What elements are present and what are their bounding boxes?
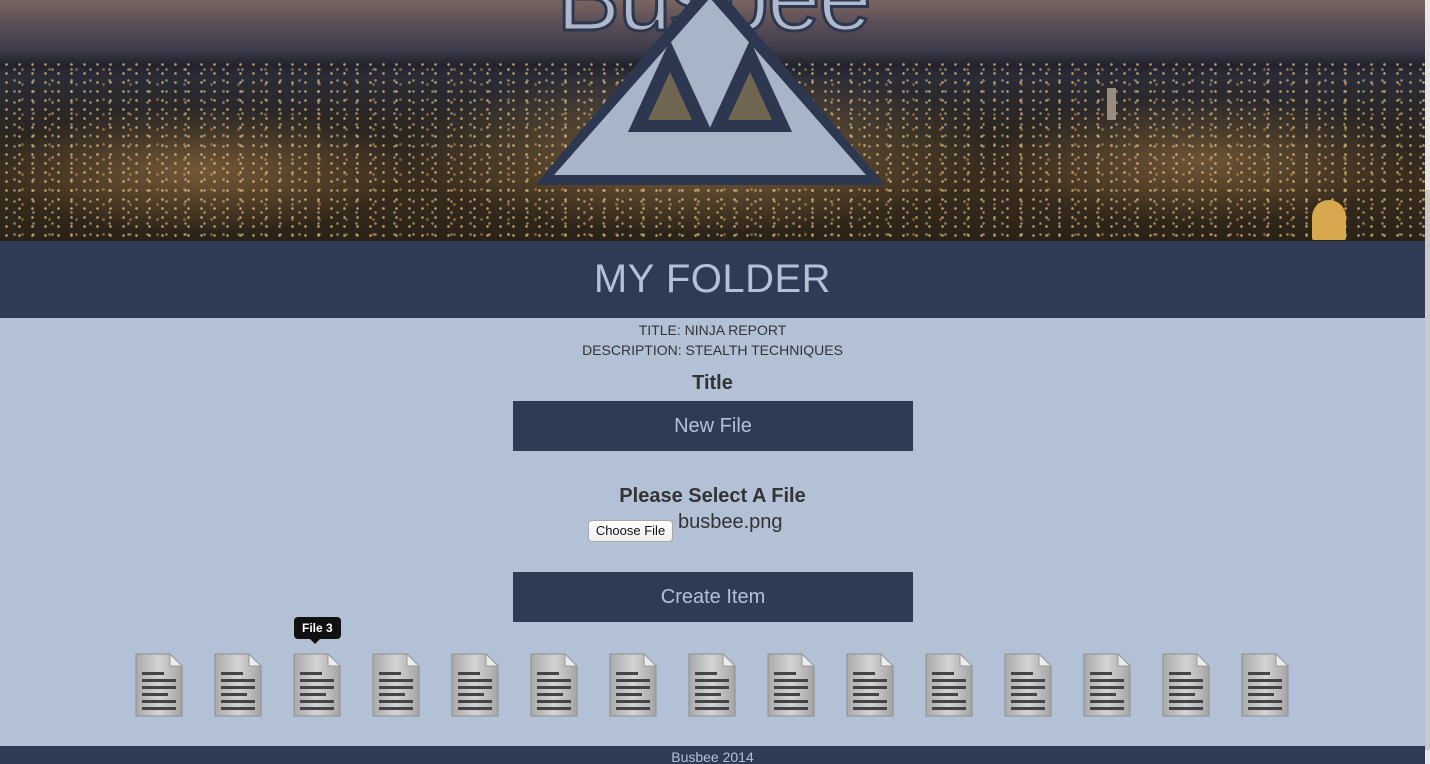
document-icon xyxy=(767,652,816,717)
file-list xyxy=(130,650,1300,720)
file-item[interactable] xyxy=(920,650,976,720)
file-item[interactable] xyxy=(288,650,344,720)
file-tooltip: File 3 xyxy=(294,617,341,639)
footer-text: Busbee 2014 xyxy=(671,749,754,764)
title-label: Title xyxy=(692,372,733,394)
document-icon xyxy=(214,652,263,717)
dome-silhouette xyxy=(1312,200,1346,240)
file-item[interactable] xyxy=(130,650,186,720)
file-item[interactable] xyxy=(841,650,897,720)
file-item[interactable] xyxy=(1236,650,1292,720)
choose-file-button[interactable]: Choose File xyxy=(588,520,673,542)
document-icon xyxy=(1004,652,1053,717)
new-file-button[interactable]: New File xyxy=(513,401,913,451)
folder-info: TITLE: NINJA REPORT DESCRIPTION: STEALTH… xyxy=(0,320,1425,360)
document-icon xyxy=(846,652,895,717)
tooltip-arrow xyxy=(310,639,320,644)
document-icon xyxy=(293,652,342,717)
page-title: MY FOLDER xyxy=(593,257,832,301)
document-icon xyxy=(372,652,421,717)
scrollbar-thumb[interactable] xyxy=(1425,190,1430,750)
file-item[interactable] xyxy=(762,650,818,720)
document-icon xyxy=(1241,652,1290,717)
tower-silhouette xyxy=(1107,88,1116,120)
folder-title-bar: MY FOLDER xyxy=(0,241,1425,318)
brand-logo-icon xyxy=(535,0,885,185)
document-icon xyxy=(925,652,974,717)
hero-banner: Busbee xyxy=(0,0,1425,241)
file-input-row: Choose File busbee.png xyxy=(588,510,848,542)
folder-description-line: DESCRIPTION: STEALTH TECHNIQUES xyxy=(582,342,843,358)
document-icon xyxy=(451,652,500,717)
document-icon xyxy=(1162,652,1211,717)
document-icon xyxy=(135,652,184,717)
document-icon xyxy=(1083,652,1132,717)
file-item[interactable] xyxy=(446,650,502,720)
document-icon xyxy=(688,652,737,717)
folder-title-line: TITLE: NINJA REPORT xyxy=(638,322,787,338)
footer: Busbee 2014 xyxy=(0,746,1425,764)
document-icon xyxy=(530,652,579,717)
file-item[interactable] xyxy=(209,650,265,720)
file-item[interactable] xyxy=(1078,650,1134,720)
document-icon xyxy=(609,652,658,717)
create-item-button[interactable]: Create Item xyxy=(513,572,913,622)
selected-file-name: busbee.png xyxy=(678,511,783,533)
file-item[interactable] xyxy=(367,650,423,720)
file-item[interactable] xyxy=(999,650,1055,720)
file-item[interactable] xyxy=(604,650,660,720)
file-item[interactable] xyxy=(525,650,581,720)
page: Busbee MY FOLDER TITLE: NINJA REPORT DES… xyxy=(0,0,1425,764)
file-item[interactable] xyxy=(683,650,739,720)
select-file-label: Please Select A File xyxy=(619,485,806,507)
file-item[interactable] xyxy=(1157,650,1213,720)
